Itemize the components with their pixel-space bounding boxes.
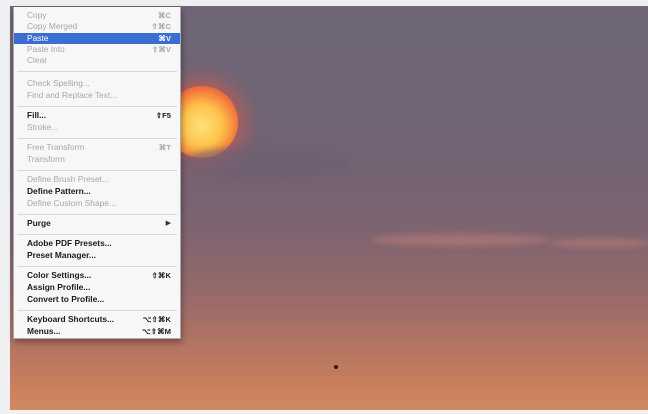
menu-item-label: Free Transform	[27, 142, 85, 152]
cloud	[550, 238, 648, 248]
menu-item-shortcut: ⇧F5	[155, 111, 171, 120]
menu-item-label: Define Custom Shape...	[27, 198, 116, 208]
edit-menu: Copy ⌘C Copy Merged ⇧⌘C Paste ⌘V Paste I…	[13, 7, 181, 339]
menu-separator	[17, 234, 177, 235]
menu-item-shortcut: ⌘T	[158, 143, 171, 152]
menu-item-label: Fill...	[27, 110, 47, 120]
menu-item-label: Color Settings...	[27, 270, 92, 280]
menu-item-shortcut: ⌘V	[158, 34, 171, 43]
menu-item-define-brush[interactable]: Define Brush Preset...	[14, 174, 180, 185]
menu-item-shortcut: ⇧⌘K	[151, 271, 171, 280]
menu-item-clear[interactable]: Clear	[14, 55, 180, 66]
menu-item-label: Find and Replace Text...	[27, 90, 118, 100]
menu-item-copy-merged[interactable]: Copy Merged ⇧⌘C	[14, 21, 180, 32]
menu-item-copy[interactable]: Copy ⌘C	[14, 10, 180, 21]
menu-item-label: Stroke...	[27, 122, 59, 132]
menu-item-shortcut: ⌥⇧⌘M	[141, 327, 171, 336]
menu-item-label: Menus...	[27, 326, 61, 336]
cloud	[370, 234, 550, 246]
menu-item-label: Copy Merged	[27, 21, 78, 31]
menu-separator	[17, 266, 177, 267]
menu-item-label: Clear	[27, 55, 48, 65]
menu-item-shortcut: ⌥⇧⌘K	[142, 315, 171, 324]
menu-separator	[17, 170, 177, 171]
menu-item-menus[interactable]: Menus... ⌥⇧⌘M	[14, 326, 180, 337]
menu-item-label: Define Pattern...	[27, 186, 91, 196]
menu-item-free-transform[interactable]: Free Transform ⌘T	[14, 142, 180, 153]
menu-item-paste[interactable]: Paste ⌘V	[14, 33, 180, 44]
menu-item-keyboard-shortcuts[interactable]: Keyboard Shortcuts... ⌥⇧⌘K	[14, 314, 180, 325]
menu-item-label: Adobe PDF Presets...	[27, 238, 112, 248]
menu-separator	[17, 310, 177, 311]
menu-item-preset-manager[interactable]: Preset Manager...	[14, 250, 180, 261]
menu-item-pdf-presets[interactable]: Adobe PDF Presets...	[14, 238, 180, 249]
menu-item-purge[interactable]: Purge ▶	[14, 218, 180, 229]
menu-item-stroke[interactable]: Stroke...	[14, 122, 180, 133]
menu-item-label: Convert to Profile...	[27, 294, 105, 304]
cloud	[180, 146, 350, 180]
menu-item-label: Transform	[27, 154, 65, 164]
menu-item-label: Assign Profile...	[27, 282, 91, 292]
menu-item-label: Define Brush Preset...	[27, 174, 109, 184]
menu-item-label: Purge	[27, 218, 51, 228]
menu-item-label: Paste	[27, 33, 49, 43]
menu-item-label: Copy	[27, 10, 47, 20]
menu-item-label: Preset Manager...	[27, 250, 96, 260]
menu-item-shortcut: ⌘C	[157, 11, 171, 20]
menu-item-transform[interactable]: Transform	[14, 154, 180, 165]
menu-item-fill[interactable]: Fill... ⇧F5	[14, 110, 180, 121]
menu-item-paste-into[interactable]: Paste Into ⇧⌘V	[14, 44, 180, 55]
menu-item-define-pattern[interactable]: Define Pattern...	[14, 186, 180, 197]
menu-item-define-custom-shape[interactable]: Define Custom Shape...	[14, 198, 180, 209]
menu-item-convert-profile[interactable]: Convert to Profile...	[14, 294, 180, 305]
menu-separator	[17, 71, 177, 72]
menu-item-label: Keyboard Shortcuts...	[27, 314, 115, 324]
menu-item-check-spelling[interactable]: Check Spelling...	[14, 78, 180, 89]
bird	[334, 365, 338, 369]
menu-separator	[17, 106, 177, 107]
menu-separator	[17, 138, 177, 139]
menu-item-assign-profile[interactable]: Assign Profile...	[14, 282, 180, 293]
menu-item-shortcut: ⇧⌘C	[151, 22, 171, 31]
submenu-arrow-icon: ▶	[165, 220, 171, 227]
menu-separator	[17, 214, 177, 215]
menu-item-label: Check Spelling...	[27, 78, 90, 88]
menu-item-shortcut: ⇧⌘V	[151, 45, 171, 54]
menu-item-label: Paste Into	[27, 44, 65, 54]
menu-item-color-settings[interactable]: Color Settings... ⇧⌘K	[14, 270, 180, 281]
menu-item-find-replace[interactable]: Find and Replace Text...	[14, 90, 180, 101]
